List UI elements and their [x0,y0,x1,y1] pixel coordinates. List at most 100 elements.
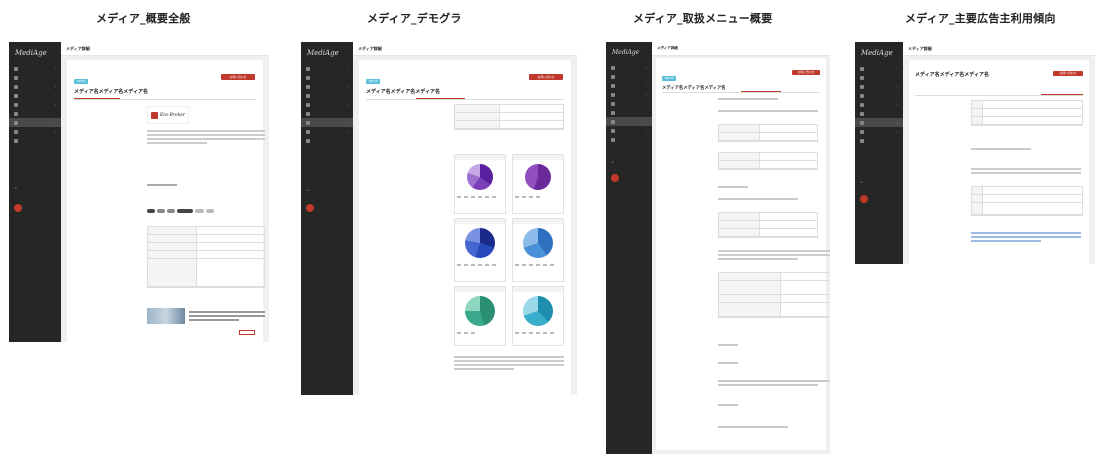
sidebar-item[interactable]: › [301,82,353,91]
media-logo: Era-Broker [147,106,189,124]
media-card: BADGE メディア名メディア名メディア名 お問い合わせ Era-Broker [67,60,265,342]
section-label [75,108,76,112]
info-table [147,226,265,288]
menu-icon [14,66,18,71]
tab-demographics[interactable] [702,85,742,92]
sidebar-item[interactable] [855,109,903,118]
main-content: メディア詳細 メディア名メディア名メディア名 お問い合わせ [903,42,1095,264]
tabs [662,85,820,93]
sidebar-item[interactable]: › [855,127,903,136]
sidebar-item-media[interactable]: › [9,118,61,127]
ranking-table [971,100,1083,126]
logout-link[interactable]: ⇥ [860,180,863,184]
sidebar: MediAge › › › › › › ⇥ [606,42,652,454]
sidebar-item[interactable] [606,72,652,81]
menu-icon [14,111,18,116]
sidebar-item[interactable]: › [606,90,652,99]
more-button[interactable] [239,330,255,335]
user-menu[interactable] [860,195,868,203]
user-menu[interactable] [611,174,619,182]
sidebar-item[interactable]: › [9,91,61,100]
info-table [718,124,818,142]
sidebar-item[interactable]: › [606,126,652,135]
sidebar-item[interactable]: › [855,64,903,73]
tabs [915,88,1083,96]
main-content: メディア詳細 BADGE メディア名メディア名メディア名 お問い合わせ Era-… [61,42,269,342]
tab-overview[interactable] [366,92,416,99]
page-title: メディア詳細 [353,42,577,56]
sidebar-item[interactable] [606,135,652,144]
main-content: メディア詳細 BADGE メディア名メディア名メディア名 お問い合わせ [353,42,577,395]
media-badge: BADGE [74,79,89,84]
sidebar-item[interactable]: › [301,100,353,109]
sidebar-item[interactable]: › [855,100,903,109]
heading-menu-overview: メディア_取扱メニュー概要 [633,12,773,25]
sidebar-item[interactable]: › [606,63,652,72]
tab-advertisers[interactable] [1041,88,1083,95]
ranking-table [971,186,1083,216]
sidebar-item[interactable] [606,108,652,117]
screenshot-advertiser-trends: MediAge › › › › › › ⇥ メディア詳細 メディア名メディア名メ… [855,42,1095,264]
sidebar-item[interactable]: › [301,91,353,100]
logout-icon: ⇥ [306,188,309,192]
sidebar-item[interactable] [301,109,353,118]
logout-link[interactable]: ⇥ [611,160,614,164]
sidebar-item-media[interactable]: › [301,118,353,127]
avatar-icon [611,174,619,182]
logout-icon: ⇥ [611,160,614,164]
tabs [74,92,256,100]
sidebar-item[interactable] [301,73,353,82]
avatar-icon [14,204,22,212]
app-logo: MediAge [861,49,893,57]
sidebar-item[interactable] [9,73,61,82]
user-menu[interactable] [14,204,22,212]
sidebar-item[interactable] [9,136,61,145]
sidebar-item[interactable]: › [9,82,61,91]
sidebar-item[interactable]: › [301,127,353,136]
sidebar-item[interactable] [9,109,61,118]
sidebar-item[interactable]: › [855,91,903,100]
tab-demographics[interactable] [957,88,999,95]
sidebar-item[interactable] [301,136,353,145]
tab-menu[interactable] [999,88,1041,95]
app-logo: MediAge [307,49,339,57]
sidebar-item[interactable]: › [301,64,353,73]
tab-advertisers[interactable] [515,92,565,99]
tab-overview[interactable] [662,85,702,92]
contact-button[interactable]: お問い合わせ [1053,71,1083,76]
tab-advertisers[interactable] [211,92,257,99]
tab-overview[interactable] [74,92,120,99]
logout-link[interactable]: ⇥ [14,186,17,190]
sidebar-item[interactable] [855,136,903,145]
contact-button[interactable]: お問い合わせ [529,74,563,80]
sidebar-item[interactable]: › [9,127,61,136]
tab-overview[interactable] [915,88,957,95]
sidebar-item[interactable]: › [9,64,61,73]
spec-table [718,212,818,238]
sidebar-item[interactable]: › [9,100,61,109]
tab-demographics[interactable] [120,92,166,99]
user-menu[interactable] [306,204,314,212]
chevron-right-icon: › [54,66,56,71]
tab-advertisers[interactable] [781,85,821,92]
menu-icon [14,120,18,125]
tab-menu[interactable] [165,92,211,99]
pie-chart [525,164,551,190]
sidebar-item-media[interactable]: › [606,117,652,126]
logout-link[interactable]: ⇥ [306,188,309,192]
contact-button[interactable]: お問い合わせ [221,74,255,80]
contact-button[interactable]: お問い合わせ [792,70,820,75]
tab-menu[interactable] [741,85,781,92]
sidebar-item[interactable]: › [606,99,652,108]
sidebar-item[interactable]: › [855,82,903,91]
menu-icon [14,129,18,134]
media-badge: BADGE [662,76,677,81]
sidebar-item[interactable]: › [606,81,652,90]
chevron-right-icon: › [54,102,56,107]
sidebar-item-media[interactable]: › [855,118,903,127]
target-table [454,104,564,130]
sidebar: MediAge › › › › › › ⇥ [301,42,353,395]
sidebar-item[interactable] [855,73,903,82]
tab-menu[interactable] [465,92,515,99]
tab-demographics[interactable] [415,92,465,99]
